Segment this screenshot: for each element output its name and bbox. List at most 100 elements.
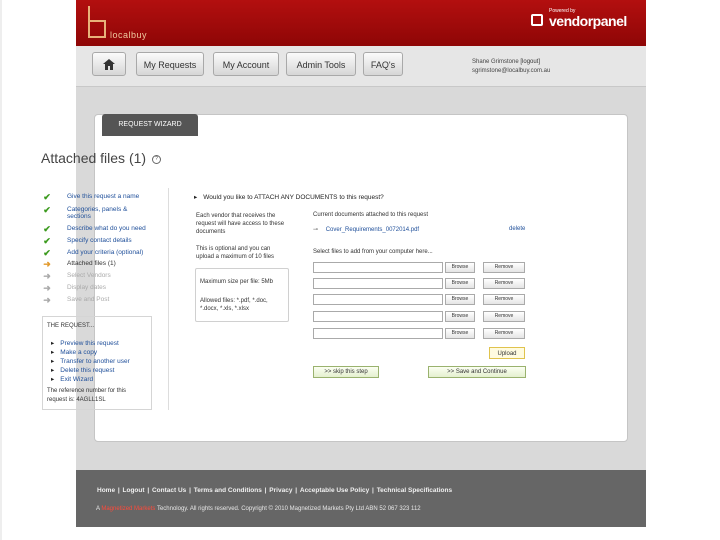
preview-request-link[interactable]: Preview this request [51,339,119,347]
step-item-continued[interactable]: sections [42,212,192,222]
user-email: sgrimstone@localbuy.com.au [472,68,551,74]
left-edge [0,0,2,540]
file-path-input[interactable] [313,262,443,273]
step-item: ➜ Select Vendors [42,271,192,281]
navbar: My Requests My Account Admin Tools FAQ's [76,46,646,87]
home-button[interactable] [92,52,126,76]
header: localbuy Powered by vendorpanel [76,0,646,46]
help-icon[interactable]: ? [151,154,161,164]
footer-links: Home | Logout | Contact Us | Terms and C… [97,487,453,494]
delete-request-link[interactable]: Delete this request [51,366,114,374]
user-info: Shane Grimstone [logout] sgrimstone@loca… [472,58,550,76]
attach-limit-note: This is optional and you can upload a ma… [196,246,275,260]
attach-question: Would you like to ATTACH ANY DOCUMENTS t… [194,193,384,201]
file-upload-row: Browse Remove [313,262,528,273]
file-path-input[interactable] [313,328,443,339]
copyright-text: Technology. All rights reserved. Copyrig… [156,506,421,512]
step-item[interactable]: ✔ Give this request a name [42,192,192,202]
step-label: Give this request a name [67,193,140,200]
browse-button[interactable]: Browse [445,311,475,322]
remove-button[interactable]: Remove [483,278,525,289]
vendorpanel-mark-icon [531,14,543,26]
attached-file-row: ⊸ Cover_Requirements_0072014.pdf delete [313,226,525,233]
browse-button[interactable]: Browse [445,294,475,305]
page-title-text: Attached files (1) [41,150,147,166]
nav-my-requests[interactable]: My Requests [136,52,204,76]
footer: Home | Logout | Contact Us | Terms and C… [76,470,646,527]
step-label: Save and Post [67,296,110,303]
delete-file-link[interactable]: delete [509,226,525,232]
attach-description: Each vendor that receives the request wi… [196,213,285,235]
exit-wizard-link[interactable]: Exit Wizard [51,375,93,383]
save-continue-button[interactable]: >> Save and Continue [428,366,526,378]
arrow-right-icon: ➜ [43,271,51,281]
transfer-link[interactable]: Transfer to another user [51,357,130,365]
nav-admin-tools[interactable]: Admin Tools [286,52,356,76]
remove-button[interactable]: Remove [483,294,525,305]
check-icon: ✔ [43,236,51,246]
footer-link-home[interactable]: Home [97,487,115,494]
file-path-input[interactable] [313,311,443,322]
file-path-input[interactable] [313,278,443,289]
step-item: ➜ Display dates [42,283,192,293]
copyright: A Magnetized Markets Technology. All rig… [96,506,421,512]
page-title: Attached files (1) ? [41,150,161,166]
check-icon: ✔ [43,248,51,258]
check-icon: ✔ [43,192,51,202]
footer-link-privacy[interactable]: Privacy [269,487,292,494]
attached-file-link[interactable]: Cover_Requirements_0072014.pdf [326,227,419,233]
footer-wrap: Home | Logout | Contact Us | Terms and C… [76,470,646,527]
vendorpanel-name: vendorpanel [549,13,627,29]
browse-button[interactable]: Browse [445,328,475,339]
footer-link-aup[interactable]: Acceptable Use Policy [300,487,369,494]
browse-button[interactable]: Browse [445,262,475,273]
footer-link-logout[interactable]: Logout [123,487,145,494]
file-path-input[interactable] [313,294,443,305]
step-label: Attached files (1) [67,260,116,267]
step-item[interactable]: ✔ Specify contact details [42,236,192,246]
arrow-right-icon: ➜ [43,283,51,293]
skip-step-button[interactable]: >> skip this step [313,366,379,378]
file-upload-row: Browse Remove [313,328,528,339]
logout-link[interactable]: [logout] [520,59,540,65]
step-item[interactable]: ✔ Add your criteria (optional) [42,248,192,258]
localbuy-logo-icon[interactable] [88,6,106,38]
step-label: Select Vendors [67,272,111,279]
select-files-heading: Select files to add from your computer h… [313,249,433,255]
paperclip-icon: ⊸ [313,227,319,233]
home-icon [103,59,115,70]
request-actions-box: THE REQUEST... Preview this request Make… [42,316,152,410]
step-item-current[interactable]: ➜ Attached files (1) [42,259,192,269]
browse-button[interactable]: Browse [445,278,475,289]
remove-button[interactable]: Remove [483,262,525,273]
footer-link-contact[interactable]: Contact Us [152,487,186,494]
upload-button[interactable]: Upload [489,347,525,359]
nav-faqs[interactable]: FAQ's [363,52,403,76]
request-box-heading: THE REQUEST... [47,323,95,329]
remove-button[interactable]: Remove [483,328,525,339]
current-docs-heading: Current documents attached to this reque… [313,212,429,218]
reference-number: The reference number for this request is… [47,388,127,403]
copyright-brand-link[interactable]: Magnetized Markets [101,506,155,512]
user-name: Shane Grimstone [472,59,519,65]
max-size-text: Maximum size per file: 5Mb [200,279,274,285]
arrow-right-icon: ➜ [43,295,51,305]
make-copy-link[interactable]: Make a copy [51,348,97,356]
step-label: Specify contact details [67,237,132,244]
step-label: sections [67,213,91,220]
file-upload-row: Browse Remove [313,278,528,289]
allowed-files-text: Allowed files: *.pdf, *.doc, *.docx, *.x… [200,298,268,312]
arrow-right-icon: ➜ [43,259,51,269]
file-upload-row: Browse Remove [313,311,528,322]
step-label: Display dates [67,284,107,291]
step-label: Add your criteria (optional) [67,249,144,256]
footer-link-terms[interactable]: Terms and Conditions [194,487,262,494]
footer-link-tech-specs[interactable]: Technical Specifications [377,487,452,494]
file-upload-row: Browse Remove [313,294,528,305]
tab-request-wizard[interactable]: REQUEST WIZARD [102,114,198,136]
step-label: Describe what do you need [67,225,146,232]
nav-my-account[interactable]: My Account [213,52,279,76]
remove-button[interactable]: Remove [483,311,525,322]
copyright-prefix: A [96,506,100,512]
step-item[interactable]: ✔ Describe what do you need [42,224,192,234]
